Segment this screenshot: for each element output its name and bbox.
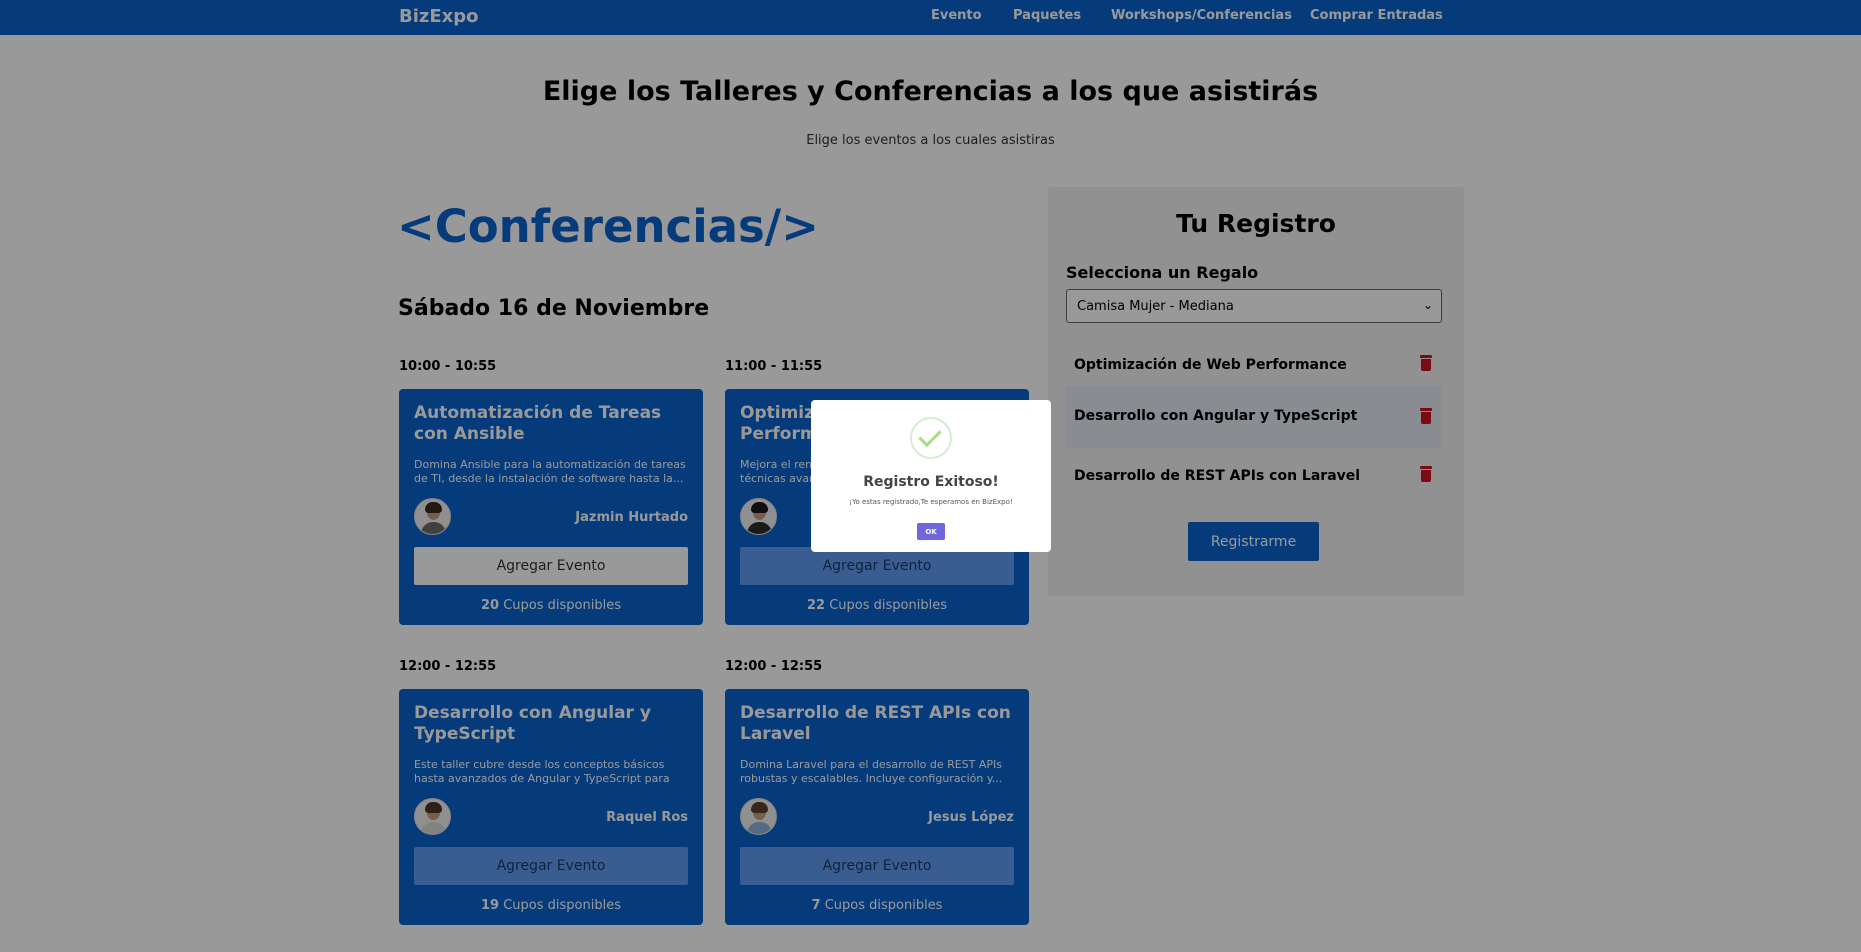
success-dialog: Registro Exitoso! ¡Yo estas registrado,T… <box>811 400 1051 552</box>
ok-button[interactable]: OK <box>917 523 945 540</box>
dialog-message: ¡Yo estas registrado,Te esperamos en Biz… <box>849 498 1013 506</box>
dialog-title: Registro Exitoso! <box>863 474 999 490</box>
success-check-icon <box>910 417 952 459</box>
